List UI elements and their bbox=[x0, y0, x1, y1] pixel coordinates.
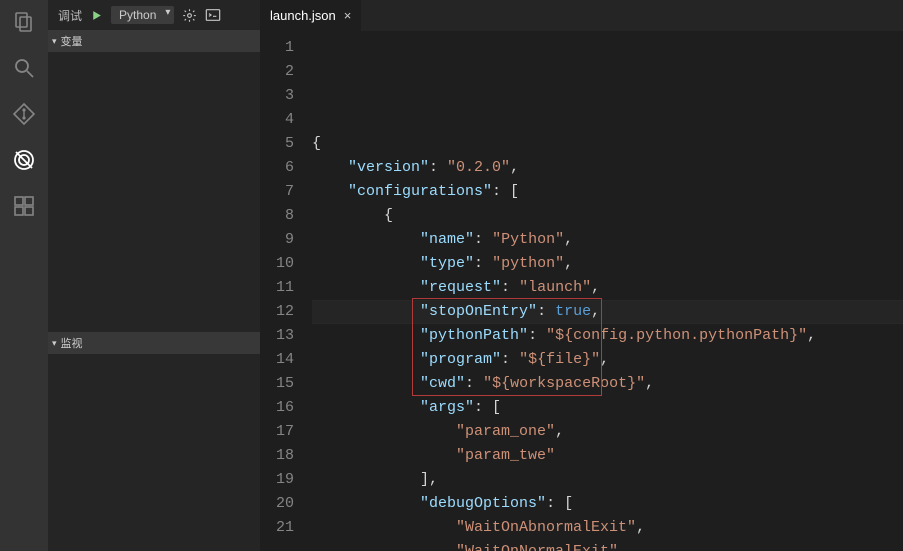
code-line[interactable]: "pythonPath": "${config.python.pythonPat… bbox=[312, 324, 903, 348]
chevron-down-icon: ▾ bbox=[52, 36, 57, 47]
code-content[interactable]: { "version": "0.2.0", "configurations": … bbox=[312, 32, 903, 551]
code-line[interactable]: "configurations": [ bbox=[312, 180, 903, 204]
tab-launch-json[interactable]: launch.json × bbox=[260, 0, 361, 31]
code-line[interactable]: "WaitOnAbnormalExit", bbox=[312, 516, 903, 540]
debug-sidebar: 调试 Python ▾ 变量 ▾ 监视 bbox=[48, 0, 260, 551]
line-number: 11 bbox=[260, 276, 294, 300]
code-line[interactable]: ], bbox=[312, 468, 903, 492]
line-number: 7 bbox=[260, 180, 294, 204]
code-line[interactable]: "param_one", bbox=[312, 420, 903, 444]
line-number: 2 bbox=[260, 60, 294, 84]
chevron-down-icon: ▾ bbox=[52, 338, 57, 349]
tab-label: launch.json bbox=[270, 8, 336, 23]
debug-icon[interactable] bbox=[10, 146, 38, 174]
section-variables-body bbox=[48, 52, 260, 332]
code-line[interactable]: { bbox=[312, 204, 903, 228]
line-number: 9 bbox=[260, 228, 294, 252]
line-number: 3 bbox=[260, 84, 294, 108]
debug-config-select[interactable]: Python bbox=[111, 6, 174, 24]
line-number: 15 bbox=[260, 372, 294, 396]
search-icon[interactable] bbox=[10, 54, 38, 82]
line-number: 12 bbox=[260, 300, 294, 324]
line-number: 4 bbox=[260, 108, 294, 132]
line-number: 19 bbox=[260, 468, 294, 492]
scm-icon[interactable] bbox=[10, 100, 38, 128]
code-line[interactable]: "version": "0.2.0", bbox=[312, 156, 903, 180]
line-number: 13 bbox=[260, 324, 294, 348]
line-number: 18 bbox=[260, 444, 294, 468]
code-line[interactable]: "param_twe" bbox=[312, 444, 903, 468]
line-number: 1 bbox=[260, 36, 294, 60]
line-number: 16 bbox=[260, 396, 294, 420]
code-editor[interactable]: 123456789101112131415161718192021 { "ver… bbox=[260, 32, 903, 551]
code-line[interactable]: "name": "Python", bbox=[312, 228, 903, 252]
line-number: 14 bbox=[260, 348, 294, 372]
section-title: 变量 bbox=[61, 33, 83, 49]
line-number: 8 bbox=[260, 204, 294, 228]
code-line[interactable]: "WaitOnNormalExit", bbox=[312, 540, 903, 551]
debug-console-icon[interactable] bbox=[205, 8, 221, 22]
activity-bar bbox=[0, 0, 48, 551]
extensions-icon[interactable] bbox=[10, 192, 38, 220]
code-line[interactable]: "cwd": "${workspaceRoot}", bbox=[312, 372, 903, 396]
line-number: 5 bbox=[260, 132, 294, 156]
line-number: 20 bbox=[260, 492, 294, 516]
section-watch-header[interactable]: ▾ 监视 bbox=[48, 332, 260, 354]
section-variables-header[interactable]: ▾ 变量 bbox=[48, 30, 260, 52]
code-line[interactable]: "request": "launch", bbox=[312, 276, 903, 300]
tab-bar: launch.json × bbox=[260, 0, 903, 32]
start-debug-icon[interactable] bbox=[90, 9, 103, 22]
code-line[interactable]: "type": "python", bbox=[312, 252, 903, 276]
section-watch-body bbox=[48, 354, 260, 534]
debug-toolbar: 调试 Python bbox=[48, 0, 260, 30]
line-number: 6 bbox=[260, 156, 294, 180]
code-line[interactable]: "program": "${file}", bbox=[312, 348, 903, 372]
code-line[interactable]: "stopOnEntry": true, bbox=[312, 300, 903, 324]
line-number: 21 bbox=[260, 516, 294, 540]
line-number: 17 bbox=[260, 420, 294, 444]
line-number: 10 bbox=[260, 252, 294, 276]
code-line[interactable]: { bbox=[312, 132, 903, 156]
line-gutter: 123456789101112131415161718192021 bbox=[260, 32, 312, 551]
code-line[interactable]: "args": [ bbox=[312, 396, 903, 420]
code-line[interactable]: "debugOptions": [ bbox=[312, 492, 903, 516]
editor-area: launch.json × 12345678910111213141516171… bbox=[260, 0, 903, 551]
gear-icon[interactable] bbox=[182, 8, 197, 23]
section-title: 监视 bbox=[61, 335, 83, 351]
debug-label: 调试 bbox=[58, 7, 82, 24]
close-icon[interactable]: × bbox=[344, 8, 352, 23]
explorer-icon[interactable] bbox=[10, 8, 38, 36]
